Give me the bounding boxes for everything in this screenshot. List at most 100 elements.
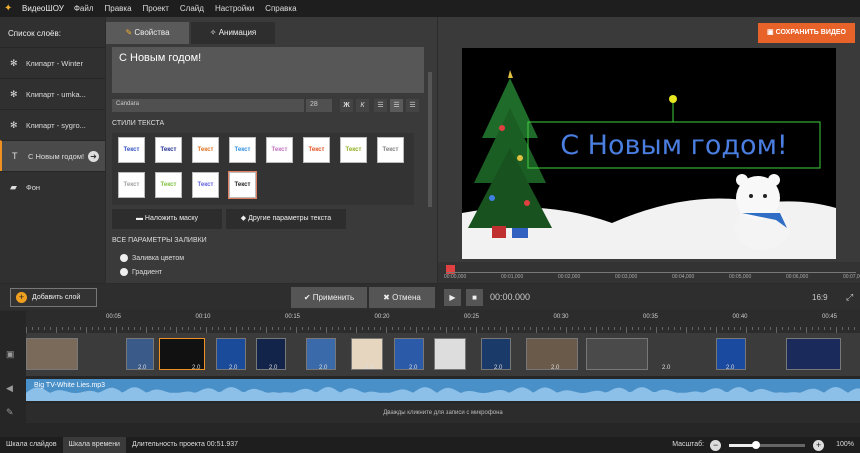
properties-panel: ✎ Свойства ✧ Анимация С Новым годом! Can… xyxy=(106,17,437,283)
layer-list-panel: Список слоёв: ✻ Клипарт - Winter ✻ Клипа… xyxy=(0,17,105,283)
layer-item-text[interactable]: T С Новым годом! ➜ xyxy=(0,140,105,171)
timeline-tick-mark xyxy=(338,327,339,330)
timeline-tick-mark xyxy=(662,327,663,330)
timeline-tick-mark xyxy=(488,327,489,330)
app-logo-icon: ✦ xyxy=(4,3,13,14)
timeline-tick-mark xyxy=(290,327,291,330)
arrow-right-icon[interactable]: ➜ xyxy=(88,150,99,162)
timeline-tick-label: 00:45 xyxy=(822,314,838,320)
cancel-button[interactable]: ✖ Отмена xyxy=(369,287,435,308)
timeline-tick-mark xyxy=(362,327,363,330)
text-style-swatch[interactable]: Текст xyxy=(303,137,330,163)
menu-help[interactable]: Справка xyxy=(265,4,296,13)
menu-settings[interactable]: Настройки xyxy=(215,4,254,13)
text-icon: T xyxy=(12,151,18,161)
stop-icon[interactable]: ■ xyxy=(466,289,483,306)
font-select[interactable]: Candara xyxy=(112,99,304,112)
ruler-label: 00:06,000 xyxy=(786,274,809,280)
timeline-tick-mark xyxy=(260,327,261,330)
mic-record-hint[interactable]: Дважды кликните для записи с микрофона xyxy=(26,403,860,423)
text-style-swatch[interactable]: Текст xyxy=(118,137,145,163)
transition-duration: 2.0 xyxy=(449,365,458,371)
text-style-swatch[interactable]: Текст xyxy=(266,137,293,163)
align-center-icon[interactable]: ☰ xyxy=(390,99,403,112)
align-right-icon[interactable]: ☰ xyxy=(406,99,419,112)
transition-duration: 2.0 xyxy=(365,365,374,371)
text-styles-label: СТИЛИ ТЕКСТА xyxy=(112,120,165,127)
timeline-tick-mark xyxy=(710,327,711,330)
play-icon[interactable]: ▶ xyxy=(444,289,461,306)
text-style-swatch[interactable]: Текст xyxy=(192,137,219,163)
timeline-tick-mark xyxy=(578,327,579,330)
add-layer-label: Добавить слой xyxy=(32,294,81,301)
fill-gradient-radio[interactable]: Градиент xyxy=(120,268,162,276)
add-layer-button[interactable]: + Добавить слой xyxy=(10,288,97,307)
tab-label: Анимация xyxy=(218,28,257,37)
menu-file[interactable]: Файл xyxy=(74,4,94,13)
zoom-slider[interactable] xyxy=(729,440,806,449)
menu-edit[interactable]: Правка xyxy=(105,4,132,13)
transition-duration: 2.0 xyxy=(229,365,238,371)
text-style-swatch[interactable]: Текст xyxy=(377,137,404,163)
slide-clip[interactable] xyxy=(586,338,648,370)
text-style-swatch[interactable]: Текст xyxy=(155,171,182,198)
timeline-tick-mark xyxy=(140,327,141,330)
timeline-ruler[interactable]: 00:05 00:10 00:15 00:20 00:25 00:30 00:35 00:40… xyxy=(26,311,860,333)
slide-track[interactable]: 2.0 2.0 2.0 2.0 2.0 2.0 2.0 2.0 2.0 2.0 2.0 2.0 xyxy=(26,333,860,376)
ruler-label: 00:07,000 xyxy=(843,274,860,280)
timeline-tick-mark xyxy=(794,327,795,330)
audio-track[interactable]: Big TV-White Lies.mp3 xyxy=(26,379,860,401)
timeline-tick-mark xyxy=(530,327,531,330)
text-style-swatch[interactable]: Текст xyxy=(118,171,145,198)
apply-mask-button[interactable]: ▬ Наложить маску xyxy=(112,209,222,229)
text-style-swatch[interactable]: Текст xyxy=(155,137,182,163)
zoom-out-icon[interactable]: − xyxy=(710,439,722,451)
apply-button[interactable]: ✔ Применить xyxy=(291,287,367,308)
tab-slide-scale[interactable]: Шкала слайдов xyxy=(0,437,63,453)
menu-slide[interactable]: Слайд xyxy=(180,4,204,13)
timeline-tick-mark xyxy=(38,327,39,330)
layer-item-background[interactable]: ▰ Фон xyxy=(0,171,105,202)
timeline-tick-mark xyxy=(32,327,33,330)
tab-properties[interactable]: ✎ Свойства xyxy=(106,22,189,44)
timeline-tick-mark xyxy=(644,327,645,330)
timeline-tick-mark xyxy=(182,327,183,330)
close-icon: ✖ xyxy=(383,293,393,302)
transition-duration: 2.0 xyxy=(409,365,418,371)
text-style-swatch[interactable]: Текст xyxy=(228,170,257,199)
text-input[interactable]: С Новым годом! xyxy=(112,47,424,93)
slide-clip[interactable] xyxy=(786,338,841,370)
preview-ruler[interactable]: 00:00,000 00:01,000 00:02,000 00:03,000 00:0… xyxy=(438,262,860,283)
text-style-swatch[interactable]: Текст xyxy=(192,171,219,198)
bold-icon[interactable]: Ж xyxy=(340,99,353,112)
gear-icon: ✻ xyxy=(10,57,18,68)
text-style-swatch[interactable]: Текст xyxy=(340,137,367,163)
slide-clip[interactable] xyxy=(26,338,78,370)
tab-time-scale[interactable]: Шкала времени xyxy=(62,437,126,453)
layer-item-umka[interactable]: ✻ Клипарт - umka... xyxy=(0,78,105,109)
save-video-button[interactable]: ▣ СОХРАНИТЬ ВИДЕО xyxy=(758,23,855,43)
menu-project[interactable]: Проект xyxy=(143,4,169,13)
layer-item-sygro[interactable]: ✻ Клипарт - sygro... xyxy=(0,109,105,140)
align-left-icon[interactable]: ☰ xyxy=(374,99,387,112)
timeline-tick-mark xyxy=(440,327,441,330)
fill-color-radio[interactable]: Заливка цветом xyxy=(120,254,184,262)
properties-scrollbar[interactable] xyxy=(428,72,432,207)
timeline-tick-mark xyxy=(734,327,735,330)
zoom-in-icon[interactable]: + xyxy=(813,439,825,451)
italic-icon[interactable]: К xyxy=(356,99,369,112)
timeline-tick-mark xyxy=(590,327,591,330)
tab-animation[interactable]: ✧ Анимация xyxy=(191,22,275,44)
fullscreen-icon[interactable]: ⤢ xyxy=(846,292,853,303)
zoom-slider-knob[interactable] xyxy=(751,440,760,449)
font-size-select[interactable]: 28 xyxy=(306,99,332,112)
aspect-ratio[interactable]: 16:9 xyxy=(812,293,828,302)
rotate-handle[interactable] xyxy=(669,95,677,103)
timeline-tick-mark xyxy=(404,327,405,330)
layer-item-winter[interactable]: ✻ Клипарт - Winter xyxy=(0,47,105,78)
text-params-button[interactable]: ◆ Другие параметры текста xyxy=(226,209,346,229)
text-style-swatch[interactable]: Текст xyxy=(229,137,256,163)
timeline-tick-mark xyxy=(194,327,195,330)
preview-canvas[interactable]: С Новым годом! xyxy=(462,48,836,259)
timeline-tick-mark xyxy=(392,327,393,330)
